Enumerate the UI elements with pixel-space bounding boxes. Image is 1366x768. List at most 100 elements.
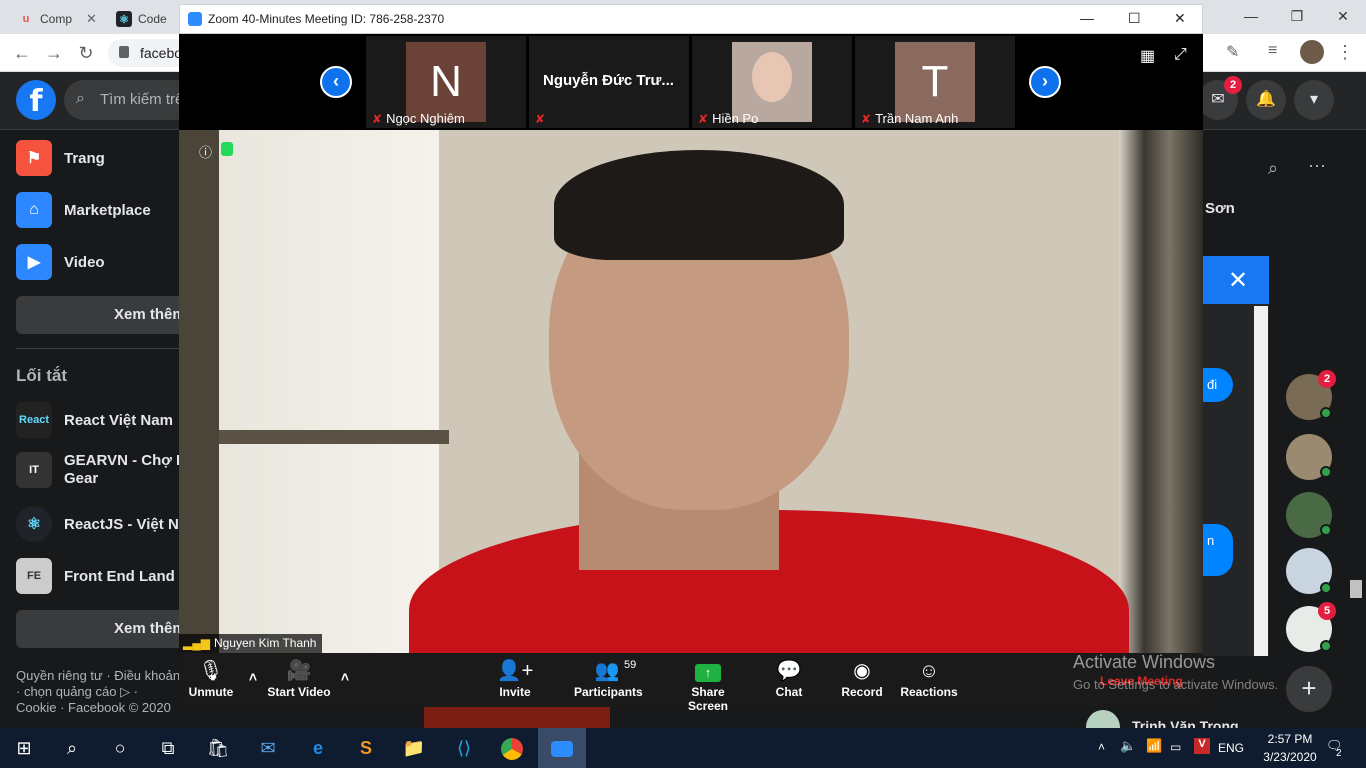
- clock-date: 3/23/2020: [1263, 750, 1317, 764]
- participants-label: Participants: [574, 685, 643, 699]
- participant-name-tag: ✘ Hiền Po: [698, 111, 758, 126]
- previous-page-button[interactable]: ‹: [320, 66, 352, 98]
- participant-name: Trần Nam Anh: [875, 111, 959, 126]
- start-video-button[interactable]: 🎥 Start Video: [266, 657, 332, 705]
- notifications-icon[interactable]: 🔔: [1246, 80, 1286, 120]
- chat-button[interactable]: 💬 Chat: [772, 657, 806, 705]
- next-page-button[interactable]: ›: [1029, 66, 1061, 98]
- shortcut-item[interactable]: React React Việt Nam: [16, 398, 186, 442]
- video-options-chevron-up-icon[interactable]: ˄: [336, 657, 354, 705]
- input-language[interactable]: ENG: [1218, 741, 1244, 755]
- show-hidden-icons-chevron-up-icon[interactable]: ˄: [1098, 740, 1105, 754]
- back-icon[interactable]: ←: [10, 41, 34, 65]
- contact-name[interactable]: Trịnh Văn Trọng: [1132, 718, 1239, 728]
- cortana-icon[interactable]: ○: [96, 728, 144, 768]
- reload-icon[interactable]: ↻: [74, 41, 98, 65]
- vscode-icon[interactable]: ⟨⟩: [440, 728, 488, 768]
- sidebar-item-label: Trang: [64, 149, 105, 167]
- extension-icon[interactable]: ✎: [1226, 42, 1246, 62]
- wifi-icon[interactable]: 📶: [1146, 738, 1162, 754]
- page-scrollbar-thumb[interactable]: [1350, 580, 1362, 598]
- record-label: Record: [841, 685, 883, 699]
- sublime-text-icon[interactable]: S: [342, 728, 390, 768]
- minimize-icon[interactable]: —: [1080, 10, 1094, 26]
- chat-scrollbar[interactable]: [1254, 306, 1268, 656]
- reading-list-icon[interactable]: ≡: [1268, 42, 1288, 62]
- muted-mic-icon: ✘: [535, 112, 546, 126]
- add-person-icon: 👤+: [496, 660, 534, 682]
- online-indicator: [1320, 640, 1332, 652]
- shortcut-item[interactable]: FE Front End Land V: [16, 554, 186, 598]
- participant-name-tag: ✘ Ngọc Nghiêm: [372, 111, 465, 126]
- facebook-footer: Quyền riêng tư · Điều khoản · chọn quảng…: [16, 668, 181, 715]
- zoom-window-title: Zoom 40-Minutes Meeting ID: 786-258-2370: [208, 12, 445, 26]
- mail-icon[interactable]: ✉: [244, 728, 292, 768]
- close-icon[interactable]: ✕: [1174, 10, 1186, 27]
- close-window-icon[interactable]: ✕: [1320, 2, 1366, 30]
- see-more-button[interactable]: Xem thêm: [16, 610, 186, 648]
- participant-video: [732, 42, 812, 122]
- invite-button[interactable]: 👤+ Invite: [494, 657, 536, 705]
- restore-icon[interactable]: ❐: [1274, 2, 1320, 30]
- contact-avatar[interactable]: [1086, 710, 1120, 730]
- sidebar-item-marketplace[interactable]: ⌂ Marketplace: [16, 188, 186, 232]
- task-view-icon[interactable]: ⧉: [144, 728, 192, 768]
- divider: [16, 348, 186, 349]
- audio-options-chevron-up-icon[interactable]: ˄: [244, 657, 262, 705]
- sidebar-item-label: Video: [64, 253, 105, 271]
- gallery-view-icon[interactable]: ▦: [1140, 46, 1155, 66]
- shortcut-item[interactable]: ⚛ ReactJS - Việt Na: [16, 502, 186, 546]
- unmute-button[interactable]: 🎙 Unmute: [186, 657, 236, 705]
- contact-name[interactable]: Sơn: [1205, 200, 1235, 217]
- search-icon[interactable]: ⌕: [48, 728, 96, 768]
- see-more-button[interactable]: Xem thêm: [16, 296, 186, 334]
- fullscreen-icon[interactable]: ⤢: [1174, 46, 1187, 64]
- volume-icon[interactable]: 🔈: [1120, 738, 1136, 754]
- store-icon[interactable]: 🛍: [194, 728, 242, 768]
- edge-icon[interactable]: e: [294, 728, 342, 768]
- record-button[interactable]: ◉ Record: [840, 657, 884, 705]
- muted-mic-icon: ✘: [861, 111, 872, 126]
- close-chat-icon[interactable]: ✕: [1228, 266, 1248, 295]
- close-tab-icon[interactable]: ✕: [86, 11, 97, 27]
- file-explorer-icon[interactable]: 📁: [390, 728, 438, 768]
- start-windows-icon[interactable]: ⊞: [0, 728, 48, 768]
- sidebar-item-video[interactable]: ▶ Video: [16, 240, 186, 284]
- battery-icon[interactable]: ▭: [1170, 740, 1181, 754]
- participant-name: Ngọc Nghiêm: [386, 111, 465, 126]
- minimize-icon[interactable]: —: [1228, 2, 1274, 30]
- meeting-info-icon[interactable]: ⓘ: [199, 142, 212, 161]
- encryption-shield-icon[interactable]: [221, 142, 233, 156]
- maximize-icon[interactable]: ☐: [1128, 10, 1141, 27]
- search-contacts-icon[interactable]: ⌕: [1268, 158, 1278, 179]
- account-menu-icon[interactable]: ▾: [1294, 80, 1334, 120]
- chrome-icon[interactable]: [488, 728, 536, 768]
- participant-tile[interactable]: T ✘ Trần Nam Anh: [855, 36, 1015, 128]
- participant-tile[interactable]: Nguyễn Đức Trư... ✘: [529, 36, 689, 128]
- zoom-taskbar-icon[interactable]: [538, 728, 586, 768]
- browser-tab[interactable]: u Comp ✕: [10, 4, 106, 34]
- clock[interactable]: 2:57 PM 3/23/2020: [1262, 732, 1318, 764]
- share-screen-button[interactable]: ↑ Share Screen: [672, 657, 744, 713]
- shortcuts-heading: Lối tắt: [16, 366, 67, 385]
- muted-mic-icon: ✘: [372, 111, 383, 126]
- browser-tab[interactable]: ⚛ Code: [108, 4, 178, 34]
- participant-tile[interactable]: N ✘ Ngọc Nghiêm: [366, 36, 526, 128]
- facebook-logo[interactable]: f: [16, 80, 56, 120]
- react-icon: ⚛: [116, 11, 132, 27]
- reactions-button[interactable]: ☺ Reactions: [900, 657, 958, 705]
- participant-tile[interactable]: ✘ Hiền Po: [692, 36, 852, 128]
- forward-icon[interactable]: →: [42, 41, 66, 65]
- active-speaker-video[interactable]: ⓘ: [179, 130, 1203, 653]
- unmute-label: Unmute: [188, 685, 234, 699]
- more-options-icon[interactable]: ⋯: [1308, 156, 1326, 177]
- sidebar-item-label: Marketplace: [64, 201, 151, 219]
- menu-kebab-icon[interactable]: ⋮: [1336, 42, 1356, 62]
- udemy-icon: u: [22, 13, 30, 25]
- search-icon: ⌕: [76, 90, 85, 107]
- profile-avatar[interactable]: [1300, 40, 1324, 64]
- background-content: [424, 707, 610, 728]
- antivirus-icon[interactable]: V: [1194, 738, 1210, 754]
- shortcut-item[interactable]: IT GEARVN - Chợ P Gear: [16, 452, 186, 490]
- sidebar-item-pages[interactable]: ⚑ Trang: [16, 136, 186, 180]
